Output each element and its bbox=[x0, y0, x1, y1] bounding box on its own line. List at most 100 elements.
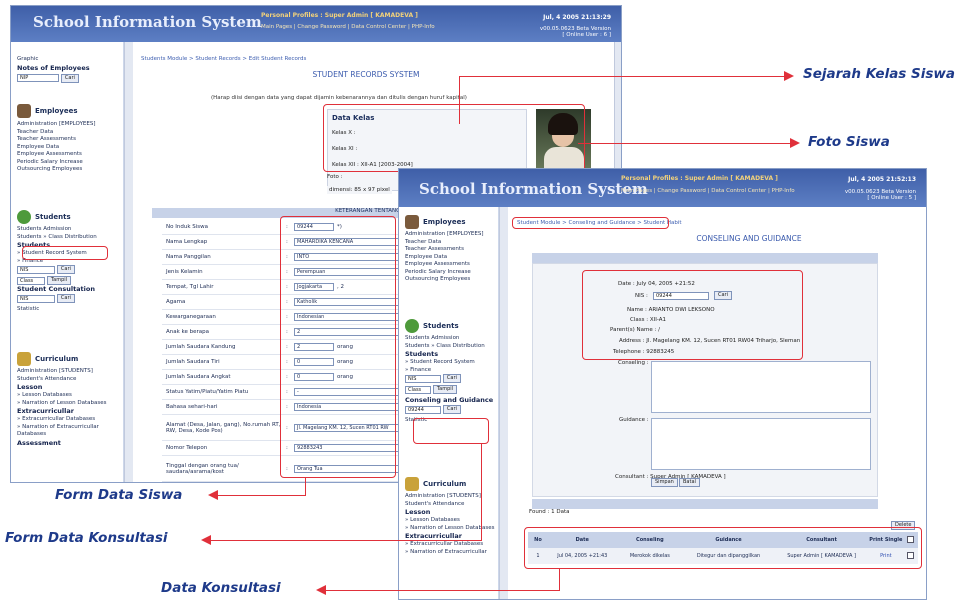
highlight-data-kelas bbox=[323, 104, 585, 172]
batal-button[interactable]: Batal bbox=[679, 478, 700, 487]
callout-form-data-siswa: Form Data Siswa bbox=[55, 487, 183, 503]
form-label: Status Yatim/Piatu/Yatim Piatu bbox=[166, 389, 249, 395]
cari-button[interactable]: Cari bbox=[442, 374, 461, 383]
sidebar-item[interactable]: » Lesson Databases bbox=[17, 392, 123, 400]
assessment-heading: Assessment bbox=[17, 438, 61, 447]
conseling-textarea[interactable] bbox=[651, 361, 871, 413]
header-links[interactable]: Main Pages | Change Password | Data Cont… bbox=[621, 188, 795, 194]
sidebar-item[interactable]: Administration [STUDENTS] bbox=[17, 368, 123, 376]
sidebar-item[interactable]: Student's Attendance bbox=[17, 376, 123, 384]
sidebar-item[interactable]: Outsourcing Employees bbox=[405, 276, 484, 284]
guidance-textarea[interactable] bbox=[651, 418, 871, 470]
page-title: CONSELING AND GUIDANCE bbox=[696, 234, 802, 243]
sidebar-item[interactable]: Employee Data bbox=[405, 254, 484, 262]
curriculum-icon bbox=[405, 477, 419, 491]
sidebar-item[interactable]: Teacher Assessments bbox=[405, 246, 484, 254]
sidebar-item[interactable]: Periodic Salary Increase bbox=[405, 269, 484, 277]
callout-form-konsultasi: Form Data Konsultasi bbox=[5, 530, 168, 546]
sidebar-item[interactable]: Employee Assessments bbox=[17, 151, 96, 159]
sidebar-scrollbar[interactable] bbox=[499, 207, 508, 599]
curriculum-title: Curriculum bbox=[423, 480, 467, 488]
arrow-form-siswa bbox=[217, 495, 306, 497]
form-label: Kewarganegaraan bbox=[166, 314, 216, 320]
form-label: Jumlah Saudara Kandung bbox=[166, 344, 236, 350]
class-select[interactable]: Class bbox=[17, 276, 45, 285]
form-label: Jenis Kelamin bbox=[166, 269, 203, 275]
notes-title: Notes of Employees bbox=[17, 63, 90, 72]
sidebar-item[interactable]: Teacher Assessments bbox=[17, 136, 96, 144]
cari-button[interactable]: Cari bbox=[56, 265, 75, 274]
version-text: v00.05.0623 Beta Version [ Online User :… bbox=[844, 189, 916, 201]
callout-foto-siswa: Foto Siswa bbox=[808, 134, 890, 150]
sidebar-item[interactable]: » Narration of Extracurricullar bbox=[405, 549, 495, 557]
conseling-cari-button[interactable]: Cari bbox=[442, 405, 461, 414]
sidebar-item[interactable]: » Extracurricullar Databases bbox=[405, 541, 495, 549]
sidebar-item[interactable]: Administration [EMPLOYEES] bbox=[405, 231, 484, 239]
sidebar-item[interactable]: Students » Class Distribution bbox=[17, 234, 97, 242]
highlight-data-table bbox=[524, 527, 922, 569]
sidebar-item[interactable]: Outsourcing Employees bbox=[17, 166, 96, 174]
consult-nis-input[interactable]: NIS bbox=[17, 294, 55, 303]
sidebar-item[interactable]: » Narration of Extracurricullar Database… bbox=[17, 424, 123, 439]
sidebar-item[interactable]: Employee Data bbox=[17, 144, 96, 152]
sidebar-item[interactable]: Teacher Data bbox=[405, 239, 484, 247]
connector bbox=[305, 478, 307, 496]
sidebar-item[interactable]: Students Admission bbox=[17, 226, 97, 234]
sidebar-item-graphic[interactable]: Graphic bbox=[17, 56, 90, 64]
profile-text: Personal Profiles : Super Admin [ KAMADE… bbox=[621, 175, 778, 182]
sidebar-item[interactable]: Students » Class Distribution bbox=[405, 343, 493, 351]
sidebar-scrollbar[interactable] bbox=[124, 42, 133, 482]
sidebar-item[interactable]: Administration [EMPLOYEES] bbox=[17, 121, 96, 129]
form-label: Nomor Telepon bbox=[166, 445, 208, 451]
conseling-nis-input[interactable]: 09244 bbox=[405, 405, 441, 414]
sidebar-item-finance[interactable]: » Finance bbox=[405, 367, 493, 375]
tampil-button[interactable]: Tampil bbox=[46, 276, 72, 285]
nis-input[interactable]: NIS bbox=[17, 265, 55, 274]
highlight-sidebar-conseling bbox=[413, 418, 489, 444]
students-title: Students bbox=[423, 322, 459, 330]
highlight-student-record bbox=[22, 246, 108, 260]
conseling-sidebar-title: Conseling and Guidance bbox=[405, 396, 494, 404]
arrow-foto bbox=[578, 143, 792, 145]
sidebar-item[interactable]: » Narration of Lesson Databases bbox=[17, 400, 123, 408]
employees-title: Employees bbox=[423, 218, 466, 226]
sidebar-item[interactable]: Employee Assessments bbox=[405, 261, 484, 269]
tampil-button[interactable]: Tampil bbox=[432, 385, 458, 394]
sidebar-item-student-record[interactable]: » Student Record System bbox=[405, 359, 493, 367]
conseling-label: Conseling : bbox=[618, 360, 649, 366]
notes-input[interactable]: NIP bbox=[17, 74, 59, 82]
students-icon bbox=[405, 319, 419, 333]
arrowhead bbox=[316, 585, 326, 595]
arrow-form-konsultasi bbox=[210, 540, 482, 542]
sidebar-item[interactable]: » Extracurricullar Databases bbox=[17, 416, 123, 424]
curriculum-title: Curriculum bbox=[35, 355, 79, 363]
date-text: Jul, 4 2005 21:13:29 bbox=[543, 14, 611, 21]
app-title: School Information System bbox=[33, 13, 262, 31]
connector bbox=[559, 569, 561, 591]
simpan-button[interactable]: Simpan bbox=[651, 478, 678, 487]
nis-input[interactable]: NIS bbox=[405, 374, 441, 383]
highlight-breadcrumb bbox=[512, 217, 669, 229]
app-header: School Information System Personal Profi… bbox=[11, 6, 621, 42]
arrowhead bbox=[784, 71, 794, 81]
foto-dimension: dimensi: 85 x 97 pixel bbox=[327, 186, 392, 194]
app-title: School Information System bbox=[419, 180, 648, 198]
arrow-sejarah bbox=[459, 76, 786, 78]
students-subheading: Students bbox=[405, 350, 439, 358]
form-footer-bar bbox=[532, 499, 878, 509]
date-text: Jul, 4 2005 21:52:13 bbox=[848, 176, 916, 183]
breadcrumb[interactable]: Students Module > Student Records > Edit… bbox=[141, 56, 306, 62]
notes-cari-button[interactable]: Cari bbox=[60, 73, 79, 83]
consult-cari-button[interactable]: Cari bbox=[56, 294, 75, 303]
sidebar-item[interactable]: Periodic Salary Increase bbox=[17, 159, 96, 167]
app-header: School Information System Personal Profi… bbox=[399, 169, 926, 207]
form-label: No Induk Siswa bbox=[166, 224, 208, 230]
sidebar-item[interactable]: Students Admission bbox=[405, 335, 493, 343]
employees-icon bbox=[405, 215, 419, 229]
callout-sejarah-kelas: Sejarah Kelas Siswa bbox=[803, 66, 956, 82]
sidebar-item[interactable]: Teacher Data bbox=[17, 129, 96, 137]
header-links[interactable]: Main Pages | Change Password | Data Cont… bbox=[261, 24, 435, 30]
sidebar-item-statistic[interactable]: Statistic bbox=[17, 306, 97, 314]
arrow-data-konsultasi bbox=[325, 590, 560, 592]
class-select[interactable]: Class bbox=[405, 385, 431, 394]
